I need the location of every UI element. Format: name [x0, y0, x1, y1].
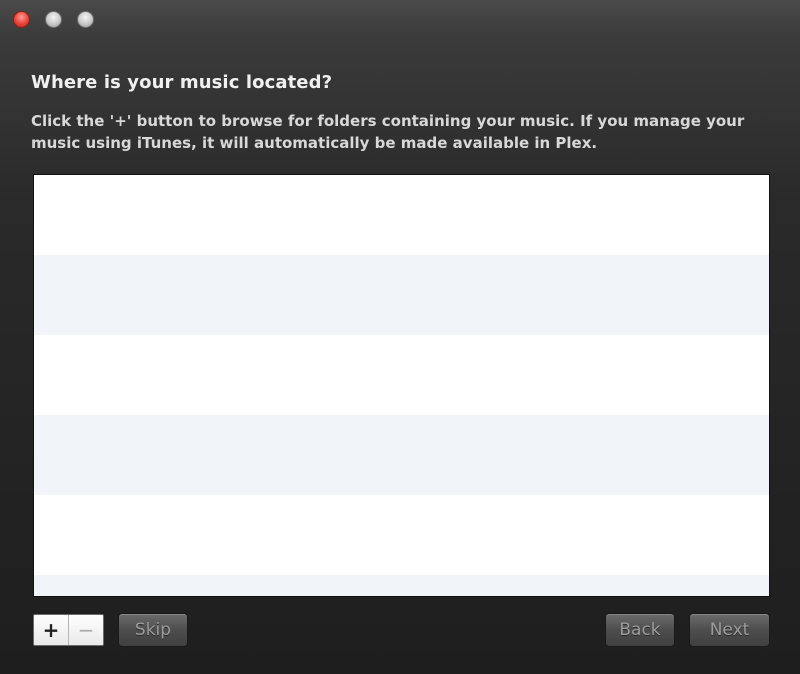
list-row — [34, 335, 769, 415]
list-row — [34, 175, 769, 255]
zoom-window-icon[interactable] — [77, 11, 94, 28]
add-folder-button[interactable]: + — [34, 615, 69, 645]
list-row — [34, 255, 769, 335]
page-title: Where is your music located? — [31, 72, 333, 93]
close-window-icon[interactable] — [13, 11, 30, 28]
minimize-window-icon[interactable] — [45, 11, 62, 28]
list-row — [34, 495, 769, 575]
music-folder-list[interactable] — [33, 174, 770, 597]
instructions-text: Click the '+' button to browse for folde… — [31, 112, 745, 152]
next-button[interactable]: Next — [689, 613, 770, 647]
list-row — [34, 575, 769, 596]
back-button[interactable]: Back — [605, 613, 675, 647]
remove-folder-button[interactable]: − — [69, 615, 103, 645]
list-row — [34, 415, 769, 495]
skip-button[interactable]: Skip — [118, 613, 188, 647]
add-remove-control: + − — [33, 614, 104, 646]
setup-window: Where is your music located? Click the '… — [0, 0, 800, 674]
